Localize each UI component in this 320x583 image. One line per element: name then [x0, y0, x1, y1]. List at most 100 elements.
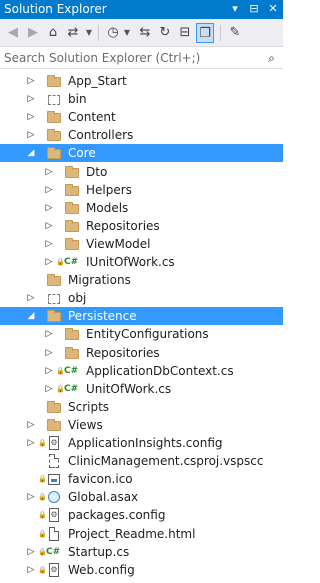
tree-item[interactable]: ▷ obj — [0, 289, 283, 307]
search-input[interactable] — [0, 48, 262, 68]
tree-item[interactable]: ▷ Models — [0, 199, 283, 217]
history-icon[interactable]: ◷ — [104, 23, 122, 43]
csharp-file-icon: C# — [64, 383, 79, 394]
expand-arrow-icon[interactable]: ▷ — [26, 416, 36, 434]
tree-item-label: Core — [68, 146, 96, 161]
expand-arrow-icon[interactable]: ▷ — [26, 90, 36, 108]
tree-item[interactable]: ▷ Dto — [0, 163, 283, 181]
tree-item[interactable]: ▷ ViewModel — [0, 235, 283, 253]
expand-arrow-icon[interactable]: ▷ — [26, 561, 36, 579]
forward-icon[interactable]: ▶ — [24, 23, 42, 43]
expand-arrow-icon[interactable]: ▷ — [44, 380, 54, 398]
back-icon[interactable]: ◀ — [4, 23, 22, 43]
tree-item-label: Repositories — [86, 345, 160, 360]
expand-arrow-icon[interactable]: ▷ — [26, 488, 36, 506]
tree-item-label: App_Start — [68, 74, 127, 88]
file-icon — [46, 526, 62, 542]
refresh-icon[interactable]: ↻ — [156, 23, 174, 43]
tree-item[interactable]: ◢ Persistence — [0, 307, 283, 326]
properties-icon[interactable]: ✎ — [226, 23, 244, 43]
folder-icon — [46, 127, 62, 143]
expand-arrow-icon[interactable]: ▷ — [44, 217, 54, 235]
tree-item-label: packages.config — [68, 508, 166, 523]
tree-item[interactable]: ▷ EntityConfigurations — [0, 325, 283, 343]
tree-item-label: Helpers — [86, 182, 132, 197]
expand-arrow-icon[interactable]: ▷ — [44, 199, 54, 217]
collapse-all-icon[interactable]: ⊟ — [176, 23, 194, 43]
tree-item[interactable]: 🔒 Project_Readme.html — [0, 525, 283, 543]
expand-arrow-icon[interactable]: ▷ — [26, 72, 36, 90]
expand-arrow-icon[interactable]: ▷ — [26, 543, 36, 561]
collapse-arrow-icon[interactable]: ◢ — [26, 144, 36, 162]
source-control-lock-icon: 🔒 — [38, 493, 47, 502]
folder-icon — [64, 182, 80, 198]
close-icon[interactable]: ✕ — [266, 1, 280, 17]
tree-item[interactable]: Migrations — [0, 271, 283, 289]
tree-item[interactable]: ClinicManagement.csproj.vspscc — [0, 452, 283, 470]
expand-arrow-icon[interactable]: ▷ — [26, 108, 36, 126]
expand-arrow-icon[interactable]: ▷ — [44, 325, 54, 343]
folder-icon — [46, 145, 62, 161]
window-title: Solution Explorer — [4, 2, 107, 16]
expand-arrow-icon[interactable]: ▷ — [26, 289, 36, 307]
tree-item-label: Web.config — [68, 562, 135, 577]
expand-arrow-icon[interactable]: ▷ — [44, 181, 54, 199]
tree-item[interactable]: ▷ Repositories — [0, 217, 283, 235]
tree-item[interactable]: ▷ Repositories — [0, 344, 283, 362]
expand-arrow-icon[interactable]: ▷ — [26, 434, 36, 452]
tree-item[interactable]: ▷ bin — [0, 90, 283, 108]
tree-item[interactable]: 🔒 ⚙ packages.config — [0, 506, 283, 524]
tree-item[interactable]: ▷ 🔒 C# Startup.cs — [0, 543, 283, 561]
global-asax-icon — [46, 489, 62, 505]
csharp-file-icon: C# — [46, 546, 61, 557]
tree-item-label: ApplicationDbContext.cs — [86, 363, 234, 378]
tree-item[interactable]: ▷ Content — [0, 108, 283, 126]
tree-item[interactable]: ▷ 🔒 C# IUnitOfWork.cs — [0, 253, 283, 271]
expand-arrow-icon[interactable]: ▷ — [44, 235, 54, 253]
expand-arrow-icon[interactable]: ▷ — [44, 253, 54, 271]
tree-item-label: Startup.cs — [68, 544, 130, 559]
expand-arrow-icon[interactable]: ▷ — [44, 344, 54, 362]
tree-item-label: Project_Readme.html — [68, 526, 196, 541]
dropdown-arrow-icon[interactable]: ▼ — [84, 23, 94, 43]
folder-icon — [64, 345, 80, 361]
tree-item[interactable]: ▷ Views — [0, 416, 283, 434]
expand-arrow-icon[interactable]: ▷ — [44, 362, 54, 380]
image-file-icon — [46, 471, 62, 487]
source-control-lock-icon: 🔒 — [56, 258, 65, 266]
tree-item[interactable]: ▷ App_Start — [0, 72, 283, 90]
tree-item[interactable]: Scripts — [0, 398, 283, 416]
tree-item[interactable]: ▷ 🔒 ⚙ ApplicationInsights.config — [0, 434, 283, 452]
window-position-dropdown-icon[interactable]: ▾ — [228, 1, 242, 17]
pending-changes-icon[interactable]: ⇆ — [136, 23, 154, 43]
tree-item-label: favicon.ico — [68, 472, 133, 487]
tree-item-label: Controllers — [68, 128, 134, 143]
csharp-file-icon: C# — [64, 365, 79, 376]
folder-icon — [46, 272, 62, 288]
source-control-lock-icon: 🔒 — [56, 366, 65, 375]
folder-icon — [64, 218, 80, 234]
tree-item-label: Scripts — [68, 399, 110, 414]
tree-item-label: UnitOfWork.cs — [86, 381, 172, 396]
tree-item[interactable]: ▷ 🔒 C# ApplicationDbContext.cs — [0, 362, 283, 380]
show-all-files-icon[interactable]: ❐ — [196, 23, 214, 43]
tree-item[interactable]: 🔒 favicon.ico — [0, 470, 283, 488]
tree-item-label: bin — [68, 92, 87, 107]
tree-item[interactable]: ▷ Helpers — [0, 181, 283, 199]
tree-item[interactable]: ▷ Controllers — [0, 126, 283, 144]
sync-icon[interactable]: ⇄ — [64, 23, 82, 43]
search-icon[interactable]: ⌕ — [264, 50, 279, 66]
home-icon[interactable]: ⌂ — [44, 23, 62, 43]
tree-item[interactable]: ▷ 🔒 C# UnitOfWork.cs — [0, 380, 283, 398]
dropdown-arrow-icon[interactable]: ▼ — [122, 23, 132, 43]
folder-icon — [46, 109, 62, 125]
config-file-icon: ⚙ — [46, 562, 62, 578]
expand-arrow-icon[interactable]: ▷ — [26, 126, 36, 144]
collapse-arrow-icon[interactable]: ◢ — [26, 307, 36, 325]
auto-hide-pin-icon[interactable]: ⊟ — [247, 1, 261, 17]
tree-item-label: Dto — [86, 164, 108, 179]
tree-item[interactable]: ◢ Core — [0, 144, 283, 163]
expand-arrow-icon[interactable]: ▷ — [44, 163, 54, 181]
tree-item[interactable]: ▷ 🔒 ⚙ Web.config — [0, 561, 283, 579]
tree-item[interactable]: ▷ 🔒 Global.asax — [0, 488, 283, 506]
